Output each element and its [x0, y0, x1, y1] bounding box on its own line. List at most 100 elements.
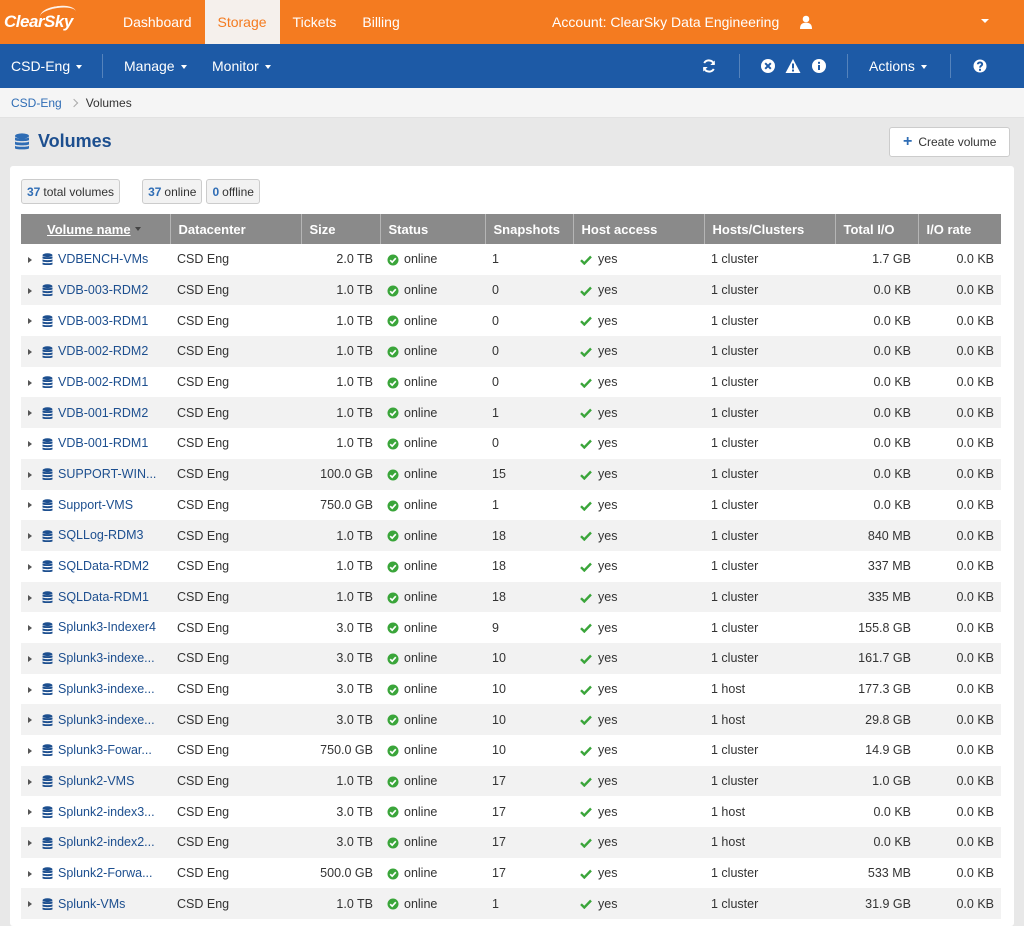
table-row[interactable]: Splunk2-index2... CSD Eng 3.0 TB online 17 ye… [21, 827, 1001, 858]
volume-name-link[interactable]: Splunk3-Fowar... [58, 743, 152, 757]
expand-row-icon[interactable] [28, 287, 32, 294]
volume-name-cell[interactable]: Support-VMS [21, 490, 170, 521]
volume-name-cell[interactable]: SQLData-RDM2 [21, 551, 170, 582]
col-header-size[interactable]: Size [301, 214, 381, 244]
volume-name-link[interactable]: Splunk3-indexe... [58, 682, 155, 696]
account-dropdown-caret-icon[interactable] [981, 19, 989, 23]
expand-row-icon[interactable] [28, 717, 32, 724]
volume-name-link[interactable]: SQLData-RDM2 [58, 559, 149, 573]
volume-name-link[interactable]: Splunk2-VMS [58, 774, 134, 788]
col-header-status[interactable]: Status [380, 214, 486, 244]
volume-name-link[interactable]: Splunk-VMs [58, 897, 125, 911]
table-row[interactable]: SQLData-RDM1 CSD Eng 1.0 TB online 18 yes 1 cl… [21, 581, 1001, 613]
volume-name-cell[interactable]: Splunk-VMs [21, 888, 170, 919]
volume-name-link[interactable]: Splunk2-Forwa... [58, 866, 152, 880]
actions-menu[interactable]: Actions [869, 44, 927, 88]
volume-name-cell[interactable]: Splunk2-VMS [21, 766, 170, 797]
expand-row-icon[interactable] [28, 747, 32, 754]
expand-row-icon[interactable] [28, 318, 32, 325]
user-icon[interactable] [800, 15, 812, 29]
expand-row-icon[interactable] [28, 563, 32, 570]
table-row[interactable]: Splunk2-VMS CSD Eng 1.0 TB online 17 yes 1 clu… [21, 765, 1001, 797]
volume-name-link[interactable]: Splunk2-index3... [58, 805, 155, 819]
volume-name-cell[interactable]: Splunk3-indexe... [21, 704, 170, 735]
expand-row-icon[interactable] [28, 349, 32, 355]
volume-name-link[interactable]: SQLLog-RDM3 [58, 528, 143, 542]
clearsky-logo[interactable]: ClearSky [0, 0, 110, 44]
table-row[interactable]: VDB-001-RDM2 CSD Eng 1.0 TB online 1 yes 1 clu… [21, 397, 1001, 429]
expand-row-icon[interactable] [28, 840, 32, 846]
expand-row-icon[interactable] [28, 379, 32, 386]
table-row[interactable]: Splunk2-Forwa... CSD Eng 500.0 GB online 17 y… [21, 858, 1001, 889]
table-row[interactable]: VDB-002-RDM1 CSD Eng 1.0 TB online 0 yes 1 clu… [21, 367, 1001, 398]
table-row[interactable]: Splunk3-Indexer4 CSD Eng 3.0 TB online 9 yes 1… [21, 612, 1001, 643]
table-row[interactable]: VDB-001-RDM1 CSD Eng 1.0 TB online 0 yes 1 clu… [21, 428, 1001, 459]
warning-icon[interactable] [785, 58, 801, 74]
table-row[interactable]: Support-VMS CSD Eng 750.0 GB online 1 yes 1 cl… [21, 490, 1001, 521]
volume-name-cell[interactable]: VDB-003-RDM2 [21, 275, 170, 306]
create-volume-button[interactable]: + Create volume [889, 127, 1011, 157]
expand-row-icon[interactable] [28, 901, 32, 908]
col-header-datacenter[interactable]: Datacenter [170, 214, 302, 244]
volume-name-link[interactable]: SUPPORT-WIN... [58, 467, 156, 481]
tab-tickets[interactable]: Tickets [280, 0, 350, 44]
volume-name-cell[interactable]: SQLData-RDM1 [21, 582, 170, 613]
table-row[interactable]: Splunk2-index3... CSD Eng 3.0 TB online 17 ye… [21, 796, 1001, 827]
col-header-snapshots[interactable]: Snapshots [485, 214, 574, 244]
table-row[interactable]: SUPPORT-WIN... CSD Eng 100.0 GB online 15 yes… [21, 458, 1001, 490]
expand-row-icon[interactable] [28, 809, 32, 816]
volume-name-cell[interactable]: VDB-002-RDM1 [21, 367, 170, 398]
col-header-io-rate[interactable]: I/O rate [918, 214, 1001, 244]
volume-name-cell[interactable]: SQLLog-RDM3 [21, 520, 170, 551]
volume-name-link[interactable]: VDB-002-RDM2 [58, 344, 148, 358]
manage-menu[interactable]: Manage [124, 44, 187, 88]
table-row[interactable]: Splunk-VMs CSD Eng 1.0 TB online 1 yes 1 clust… [21, 888, 1001, 920]
expand-row-icon[interactable] [28, 533, 32, 540]
volume-name-link[interactable]: VDB-003-RDM2 [58, 283, 148, 297]
table-row[interactable]: Splunk3-Fowar... CSD Eng 750.0 GB online 10 y… [21, 735, 1001, 766]
volume-name-cell[interactable]: Splunk2-index2... [21, 827, 170, 858]
table-row[interactable]: VDBENCH-VMs CSD Eng 2.0 TB online 1 yes 1 clus… [21, 244, 1001, 275]
monitor-menu[interactable]: Monitor [212, 44, 271, 88]
refresh-icon[interactable] [701, 58, 717, 74]
volume-name-cell[interactable]: Splunk3-Indexer4 [21, 612, 170, 643]
volume-name-cell[interactable]: Splunk3-indexe... [21, 674, 170, 705]
table-row[interactable]: VDB-003-RDM2 CSD Eng 1.0 TB online 0 yes 1 clu… [21, 274, 1001, 306]
volume-name-link[interactable]: Support-VMS [58, 498, 133, 512]
breadcrumb-link-org[interactable]: CSD-Eng [11, 96, 62, 110]
error-circle-icon[interactable] [760, 58, 776, 74]
org-menu[interactable]: CSD-Eng [11, 44, 83, 88]
tab-dashboard[interactable]: Dashboard [110, 0, 205, 44]
table-row[interactable]: VDB-003-RDM1 CSD Eng 1.0 TB online 0 yes 1 clu… [21, 305, 1001, 336]
expand-row-icon[interactable] [28, 441, 32, 448]
col-header-volume-name[interactable]: Volume name [21, 214, 171, 244]
volume-name-cell[interactable]: VDB-001-RDM1 [21, 428, 170, 459]
expand-row-icon[interactable] [28, 410, 32, 417]
volume-name-link[interactable]: SQLData-RDM1 [58, 590, 149, 604]
volume-name-cell[interactable]: VDB-003-RDM1 [21, 305, 170, 336]
volume-name-link[interactable]: Splunk3-Indexer4 [58, 620, 156, 634]
tab-billing[interactable]: Billing [349, 0, 412, 44]
expand-row-icon[interactable] [28, 625, 32, 632]
expand-row-icon[interactable] [28, 471, 32, 478]
table-row[interactable]: VDB-002-RDM2 CSD Eng 1.0 TB online 0 yes 1 clu… [21, 336, 1001, 367]
volume-name-link[interactable]: VDB-002-RDM1 [58, 375, 148, 389]
volume-name-link[interactable]: Splunk3-indexe... [58, 713, 155, 727]
col-header-total-io[interactable]: Total I/O [835, 214, 919, 244]
table-row[interactable]: Splunk3-indexe... CSD Eng 3.0 TB online 10 ye… [21, 674, 1001, 705]
col-header-host-access[interactable]: Host access [573, 214, 705, 244]
expand-row-icon[interactable] [28, 686, 32, 693]
volume-name-link[interactable]: Splunk2-index2... [58, 835, 155, 849]
volume-name-cell[interactable]: VDBENCH-VMs [21, 244, 170, 275]
expand-row-icon[interactable] [28, 594, 32, 601]
expand-row-icon[interactable] [28, 502, 32, 509]
volume-name-link[interactable]: VDB-001-RDM2 [58, 406, 148, 420]
volume-name-cell[interactable]: Splunk2-Forwa... [21, 858, 170, 889]
info-icon[interactable] [811, 58, 827, 74]
volume-name-cell[interactable]: Splunk2-index3... [21, 796, 170, 827]
volume-name-cell[interactable]: Splunk3-Fowar... [21, 735, 170, 766]
expand-row-icon[interactable] [28, 870, 32, 877]
volume-name-link[interactable]: Splunk3-indexe... [58, 651, 155, 665]
col-header-hosts-clusters[interactable]: Hosts/Clusters [704, 214, 836, 244]
table-row[interactable]: SQLLog-RDM3 CSD Eng 1.0 TB online 18 yes 1 clu… [21, 520, 1001, 551]
